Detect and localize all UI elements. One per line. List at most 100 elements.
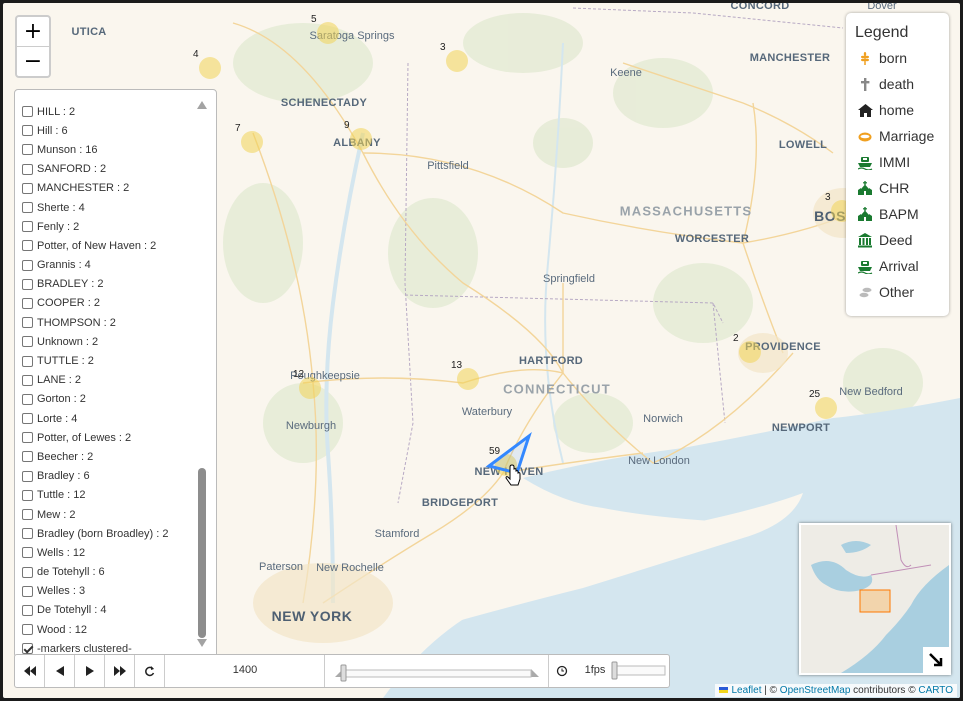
marker-cluster-poughkeepsie[interactable]: 12	[293, 369, 321, 399]
rewind-button[interactable]	[15, 655, 45, 687]
legend-entry-arrival: Arrival	[858, 258, 919, 274]
layer-scrollbar[interactable]	[196, 98, 208, 650]
time-slider[interactable]	[325, 655, 549, 687]
play-button[interactable]	[75, 655, 105, 687]
layer-checkbox[interactable]	[22, 278, 33, 290]
marker-cluster-albany[interactable]: 9	[344, 120, 372, 150]
map-viewport[interactable]: CONCORD UTICA Saratoga Springs MANCHESTER Ke…	[3, 3, 960, 698]
layer-item[interactable]: De Totehyll : 4	[22, 601, 168, 620]
layer-item[interactable]: Welles : 3	[22, 582, 168, 601]
step-back-button[interactable]	[45, 655, 75, 687]
layer-checkbox[interactable]	[22, 221, 33, 233]
layer-item[interactable]: Gorton : 2	[22, 390, 168, 409]
layer-checkbox[interactable]	[22, 336, 33, 348]
layer-checkbox[interactable]	[22, 528, 33, 540]
layer-item[interactable]: SANFORD : 2	[22, 160, 168, 179]
layer-label: Mew : 2	[37, 508, 76, 521]
scroll-down-icon[interactable]	[197, 639, 207, 647]
layer-checkbox[interactable]	[22, 182, 33, 194]
marker-cluster-saratoga[interactable]: 5	[311, 14, 339, 44]
layer-checkbox[interactable]	[22, 202, 33, 214]
fast-forward-button[interactable]	[105, 655, 135, 687]
layer-checkbox[interactable]	[22, 297, 33, 309]
place-label-new-rochelle: New Rochelle	[316, 562, 384, 574]
layer-item[interactable]: Sherte : 4	[22, 198, 168, 217]
layer-label: LANE : 2	[37, 374, 82, 387]
layer-checkbox[interactable]	[22, 125, 33, 137]
scroll-thumb[interactable]	[198, 468, 206, 638]
osm-link[interactable]: OpenStreetMap	[780, 685, 851, 696]
layer-checkbox[interactable]	[22, 374, 33, 386]
layer-item[interactable]: Beecher : 2	[22, 447, 168, 466]
layer-item[interactable]: Bradley : 6	[22, 467, 168, 486]
marker-cluster-albany-w[interactable]: 7	[235, 123, 263, 153]
layer-checkbox[interactable]	[22, 489, 33, 501]
layer-item[interactable]: HILL : 2	[22, 102, 168, 121]
layer-item[interactable]: Wood : 12	[22, 620, 168, 639]
marker-cluster-providence[interactable]: 2	[733, 333, 761, 363]
layer-checkbox[interactable]	[22, 240, 33, 252]
layer-checkbox[interactable]	[22, 432, 33, 444]
layer-item[interactable]: Lorte : 4	[22, 409, 168, 428]
zoom-in-button[interactable]: +	[17, 17, 49, 46]
layer-checkbox[interactable]	[22, 547, 33, 559]
layer-item[interactable]: TUTTLE : 2	[22, 351, 168, 370]
zoom-out-button[interactable]: −	[17, 46, 49, 76]
layer-checkbox[interactable]	[22, 624, 33, 636]
cluster-count: 3	[440, 42, 446, 53]
layer-item[interactable]: Bradley (born Broadley) : 2	[22, 524, 168, 543]
layer-checkbox[interactable]	[22, 470, 33, 482]
layer-item[interactable]: Munson : 16	[22, 140, 168, 159]
legend-entry-home: home	[858, 102, 914, 118]
layer-checkbox[interactable]	[22, 355, 33, 367]
layer-checkbox[interactable]	[22, 163, 33, 175]
marker-cluster-west-ny[interactable]: 4	[193, 49, 221, 79]
leaflet-link[interactable]: Leaflet	[731, 685, 761, 696]
carto-link[interactable]: CARTO	[918, 685, 953, 696]
layer-checkbox[interactable]	[22, 566, 33, 578]
layer-item[interactable]: Fenly : 2	[22, 217, 168, 236]
marker-cluster-new-haven[interactable]: 59	[489, 446, 517, 476]
layer-item[interactable]: COOPER : 2	[22, 294, 168, 313]
scroll-up-icon[interactable]	[197, 101, 207, 109]
layer-item[interactable]: Tuttle : 12	[22, 486, 168, 505]
layer-checkbox[interactable]	[22, 393, 33, 405]
layer-checkbox[interactable]	[22, 585, 33, 597]
place-label-worcester: WORCESTER	[674, 233, 750, 245]
legend-entry-other: Other	[858, 284, 914, 300]
layer-item[interactable]: BRADLEY : 2	[22, 275, 168, 294]
time-slider-thumb[interactable]	[340, 664, 347, 682]
place-label-massachusetts: MASSACHUSETTS	[619, 203, 753, 219]
layer-checkbox[interactable]	[22, 451, 33, 463]
layer-item[interactable]: de Totehyll : 6	[22, 563, 168, 582]
layer-item[interactable]: Grannis : 4	[22, 256, 168, 275]
layer-item[interactable]: Wells : 12	[22, 543, 168, 562]
layer-checkbox[interactable]	[22, 509, 33, 521]
fps-slider-thumb[interactable]	[611, 661, 618, 680]
layer-label: de Totehyll : 6	[37, 566, 105, 579]
marker-cluster-hartford-s[interactable]: 13	[451, 360, 479, 390]
layer-item[interactable]: LANE : 2	[22, 371, 168, 390]
layer-item[interactable]: Hill : 6	[22, 121, 168, 140]
layer-item[interactable]: Mew : 2	[22, 505, 168, 524]
place-label-springfield: Springfield	[543, 273, 595, 285]
layer-checkbox[interactable]	[22, 643, 33, 655]
layer-item[interactable]: THOMPSON : 2	[22, 313, 168, 332]
layer-checkbox[interactable]	[22, 259, 33, 271]
layer-item[interactable]: Potter, of Lewes : 2	[22, 428, 168, 447]
layer-checkbox[interactable]	[22, 106, 33, 118]
minimap[interactable]	[799, 523, 951, 675]
layer-item[interactable]: MANCHESTER : 2	[22, 179, 168, 198]
fps-slider[interactable]	[611, 655, 667, 687]
marker-cluster-newport[interactable]: 25	[809, 389, 837, 419]
layer-label: BRADLEY : 2	[37, 278, 104, 291]
minimap-toggle-button[interactable]	[923, 647, 949, 673]
marker-cluster-north[interactable]: 3	[440, 42, 468, 72]
layer-item[interactable]: Unknown : 2	[22, 332, 168, 351]
layer-checkbox[interactable]	[22, 144, 33, 156]
layer-checkbox[interactable]	[22, 604, 33, 616]
layer-checkbox[interactable]	[22, 317, 33, 329]
layer-checkbox[interactable]	[22, 413, 33, 425]
layer-item[interactable]: Potter, of New Haven : 2	[22, 236, 168, 255]
loop-button[interactable]	[135, 655, 165, 687]
